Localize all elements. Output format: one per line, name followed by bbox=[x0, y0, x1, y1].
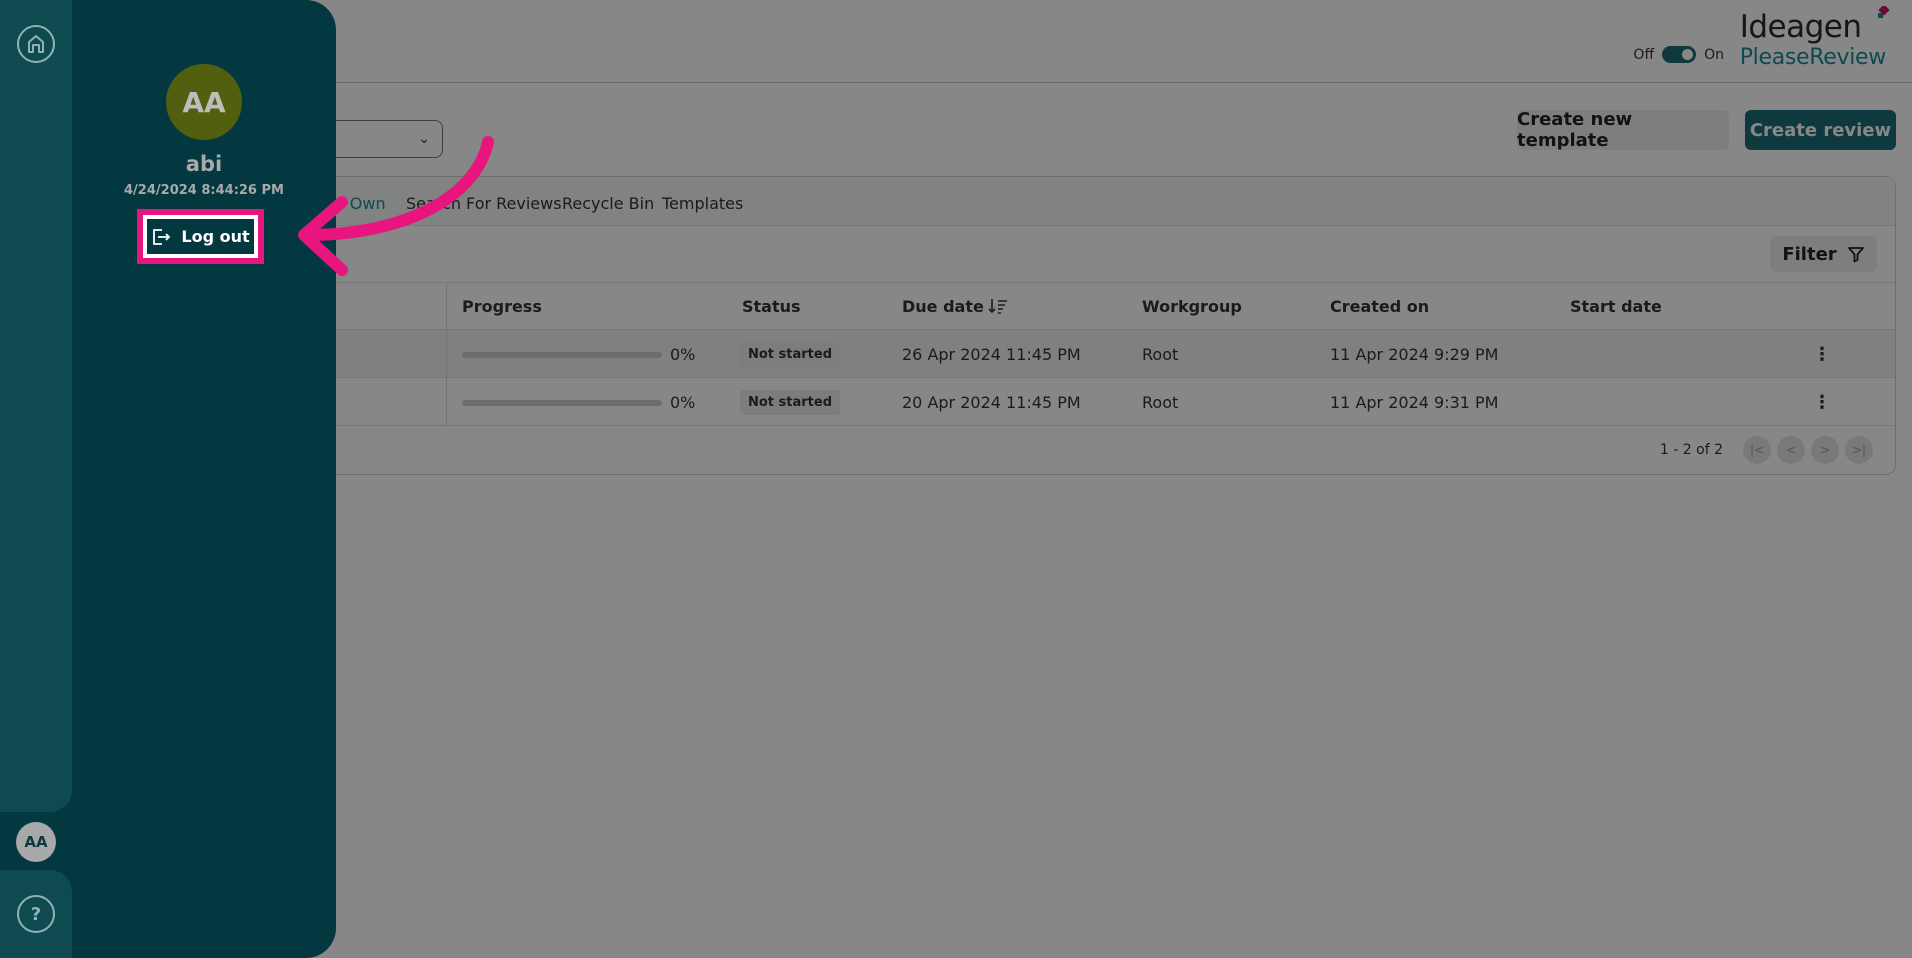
logout-highlight: Log out bbox=[137, 209, 264, 264]
annotation-arrow-icon bbox=[298, 136, 494, 276]
user-drawer: AA ? AA abi 4/24/2024 8:44:26 PM Log out bbox=[0, 0, 336, 958]
user-avatar: AA bbox=[166, 64, 242, 140]
help-icon[interactable]: ? bbox=[17, 895, 55, 933]
nav-rail-bottom: ? bbox=[0, 870, 72, 958]
nav-rail bbox=[0, 0, 72, 812]
avatar[interactable]: AA bbox=[16, 822, 56, 862]
logout-button[interactable]: Log out bbox=[147, 219, 254, 254]
logout-icon bbox=[153, 228, 171, 245]
home-icon[interactable] bbox=[17, 25, 55, 63]
logout-label: Log out bbox=[181, 227, 250, 246]
